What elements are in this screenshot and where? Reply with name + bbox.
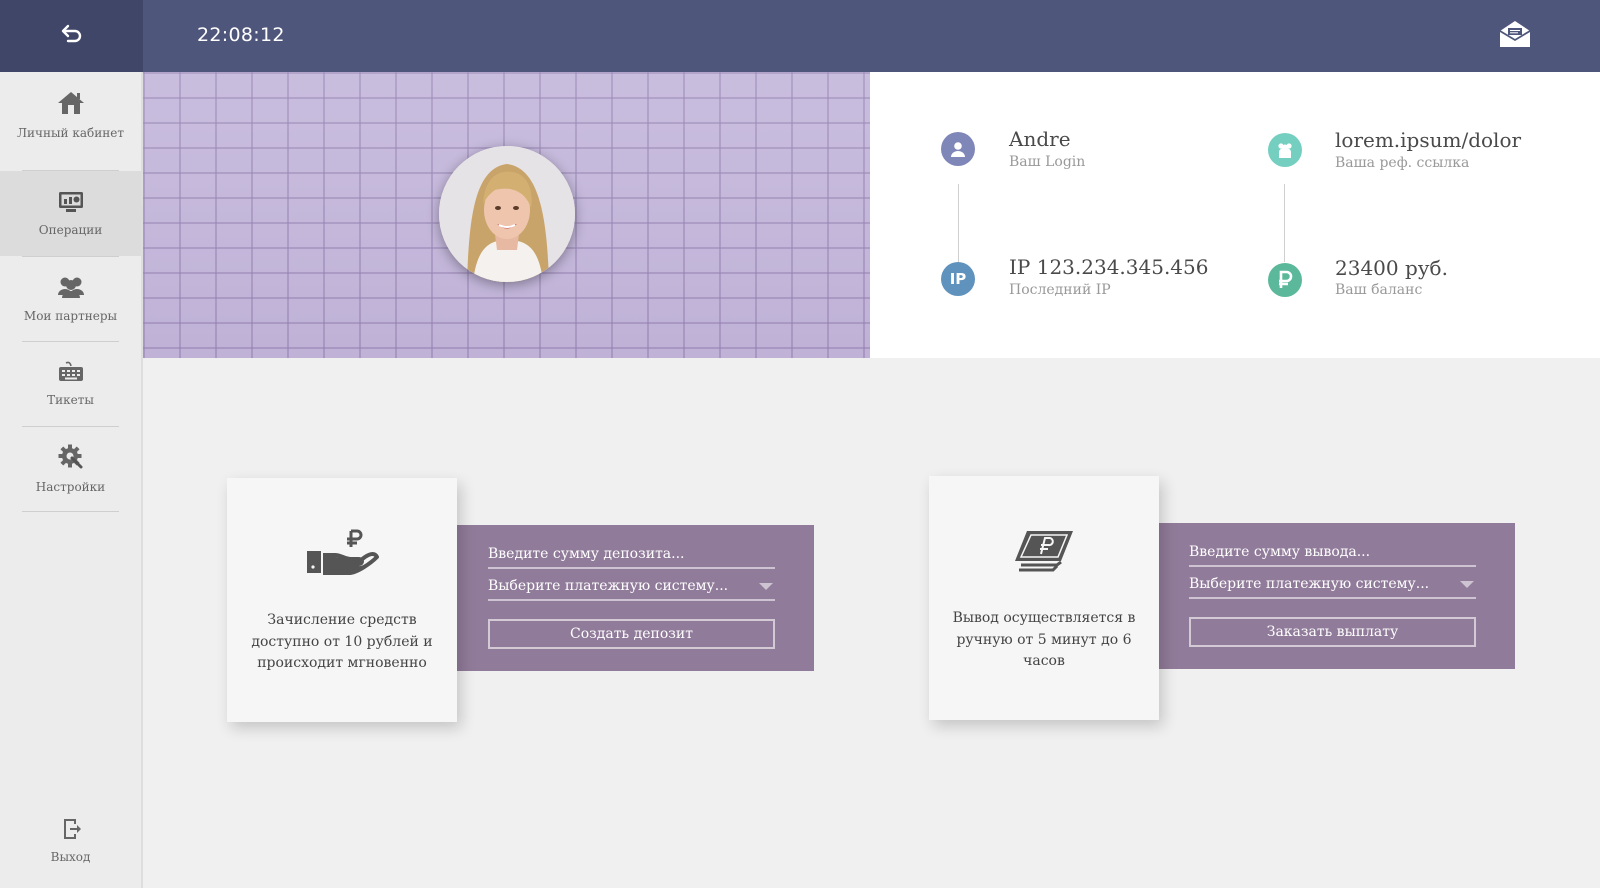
ruble-icon — [1268, 263, 1302, 297]
sidebar-item-label: Личный кабинет — [17, 125, 124, 140]
select-placeholder: Выберите платежную систему... — [488, 578, 729, 594]
deposit-form: Введите сумму депозита... Выберите плате… — [456, 525, 814, 671]
clock: 22:08:12 — [197, 24, 285, 46]
keyboard-icon — [58, 361, 84, 387]
users-icon — [56, 275, 86, 303]
envelope-icon — [1498, 20, 1532, 52]
withdraw-amount-input[interactable]: Введите сумму вывода... — [1189, 539, 1476, 567]
mail-button[interactable] — [1495, 20, 1535, 52]
sidebar-item-tickets[interactable]: Тикеты — [0, 341, 141, 426]
login-value: Andre — [1009, 127, 1071, 151]
request-payout-button[interactable]: Заказать выплату — [1189, 617, 1476, 647]
withdraw-card: Вывод осуществляется в ручную от 5 минут… — [929, 476, 1159, 720]
login-caption: Ваш Login — [1009, 154, 1086, 170]
deposit-payment-system-select[interactable]: Выберите платежную систему... — [488, 573, 775, 601]
top-bar: 22:08:12 — [0, 0, 1600, 72]
withdraw-form: Введите сумму вывода... Выберите платежн… — [1157, 523, 1515, 669]
hand-ruble-icon — [227, 526, 457, 580]
balance-value: 23400 руб. — [1335, 256, 1448, 280]
ip-badge-text: IP — [949, 270, 967, 288]
user-icon — [941, 132, 975, 166]
ref-link-value[interactable]: lorem.ipsum/dolor — [1335, 128, 1521, 152]
chevron-down-icon — [759, 583, 773, 590]
sidebar-item-cabinet[interactable]: Личный кабинет — [0, 72, 141, 157]
home-icon — [56, 90, 86, 120]
avatar[interactable] — [439, 146, 575, 282]
sidebar-item-label: Тикеты — [47, 392, 94, 407]
connector-line — [1284, 184, 1285, 262]
withdraw-description: Вывод осуществляется в ручную от 5 минут… — [952, 610, 1136, 669]
select-placeholder: Выберите платежную систему... — [1189, 576, 1430, 592]
undo-arrow-icon — [60, 23, 84, 49]
ip-icon: IP — [941, 262, 975, 296]
sidebar-item-label: Настройки — [35, 479, 106, 494]
ip-value: IP 123.234.345.456 — [1009, 255, 1209, 279]
back-button[interactable] — [0, 0, 143, 72]
profile-banner — [143, 72, 870, 358]
ip-caption: Последний IP — [1009, 282, 1111, 298]
sidebar: Личный кабинет Операции Мои партнеры Тик… — [0, 72, 150, 888]
deposit-amount-input[interactable]: Введите сумму депозита... — [488, 541, 775, 569]
sidebar-item-label: Мои партнеры — [23, 308, 118, 323]
sidebar-item-operations[interactable]: Операции — [0, 171, 150, 256]
sidebar-item-partners[interactable]: Мои партнеры — [0, 256, 141, 341]
create-deposit-button[interactable]: Создать депозит — [488, 619, 775, 649]
deposit-card: Зачисление средств доступно от 10 рублей… — [227, 478, 457, 722]
sidebar-item-label: Выход — [50, 849, 91, 864]
logout-button[interactable]: Выход — [0, 798, 141, 883]
gear-wrench-icon — [58, 444, 84, 474]
connector-line — [958, 184, 959, 262]
profile-info-panel: Andre Ваш Login lorem.ipsum/dolor Ваша р… — [870, 72, 1600, 358]
deposit-description: Зачисление средств доступно от 10 рублей… — [251, 612, 433, 671]
chevron-down-icon — [1460, 581, 1474, 588]
banknote-ruble-icon — [929, 524, 1159, 578]
sidebar-item-label: Операции — [38, 222, 103, 237]
sidebar-divider — [22, 511, 119, 512]
sidebar-item-settings[interactable]: Настройки — [0, 426, 141, 511]
monitor-chart-icon — [58, 191, 84, 217]
exit-icon — [60, 818, 82, 844]
ref-users-icon — [1268, 133, 1302, 167]
withdraw-payment-system-select[interactable]: Выберите платежную систему... — [1189, 571, 1476, 599]
balance-caption: Ваш баланс — [1335, 282, 1423, 298]
ref-link-caption: Ваша реф. ссылка — [1335, 155, 1470, 171]
